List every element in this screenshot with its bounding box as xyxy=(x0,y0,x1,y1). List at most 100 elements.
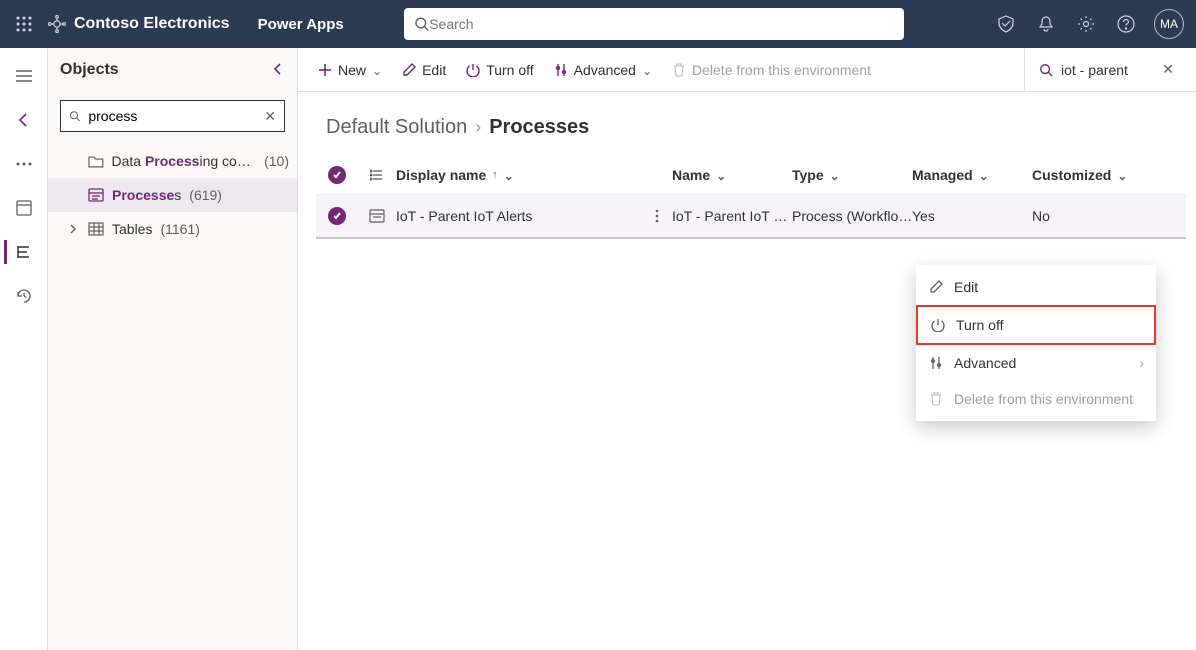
turnoff-button[interactable]: Turn off xyxy=(458,54,541,86)
process-icon xyxy=(369,209,385,223)
sort-asc-icon: ↑ xyxy=(492,169,498,181)
tree-item-data-processing[interactable]: Data Processing con… (10) xyxy=(48,144,297,178)
rail-menu-icon[interactable] xyxy=(4,56,44,96)
power-icon xyxy=(466,63,480,77)
tree-item-label: Processes xyxy=(112,187,181,203)
col-type-icon[interactable] xyxy=(358,168,396,182)
plus-icon xyxy=(318,63,332,77)
ctx-delete: Delete from this environment xyxy=(916,381,1156,417)
check-icon xyxy=(328,166,346,184)
tree-item-label: Data Processing con… xyxy=(112,153,257,169)
tree-item-count: (1161) xyxy=(160,221,199,237)
cell-customized: No xyxy=(1032,208,1152,224)
folder-icon xyxy=(88,154,104,168)
chevron-down-icon xyxy=(830,167,840,183)
grid-row[interactable]: IoT - Parent IoT Alerts IoT - Parent IoT… xyxy=(316,195,1186,239)
col-managed[interactable]: Managed xyxy=(912,167,1032,183)
cell-name: IoT - Parent IoT … xyxy=(672,208,792,224)
col-type[interactable]: Type xyxy=(792,167,912,183)
tree-item-label: Tables xyxy=(112,221,152,237)
ctx-edit[interactable]: Edit xyxy=(916,269,1156,305)
panel-collapse-icon[interactable] xyxy=(271,62,285,79)
sliders-icon xyxy=(928,356,944,370)
power-icon xyxy=(930,318,946,332)
chevron-down-icon xyxy=(642,62,652,78)
table-icon xyxy=(88,222,104,236)
grid-header: Display name ↑ Name Type Managed xyxy=(316,155,1186,195)
new-button[interactable]: New xyxy=(310,54,390,86)
panel-title: Objects xyxy=(60,61,119,79)
object-tree: Data Processing con… (10) Processes (619… xyxy=(48,144,297,246)
tree-item-count: (619) xyxy=(189,187,222,203)
cell-display-name[interactable]: IoT - Parent IoT Alerts xyxy=(396,208,642,224)
help-icon[interactable] xyxy=(1110,8,1142,40)
delete-button: Delete from this environment xyxy=(664,54,879,86)
search-icon xyxy=(1039,63,1053,77)
edit-icon xyxy=(402,63,416,77)
sliders-icon xyxy=(554,63,568,77)
trash-icon xyxy=(928,392,944,406)
edit-icon xyxy=(928,280,944,294)
clear-icon[interactable]: ✕ xyxy=(264,108,276,125)
filter-box[interactable]: iot - parent ✕ xyxy=(1024,48,1184,92)
cell-type: Process (Workflo… xyxy=(792,208,912,224)
chevron-down-icon xyxy=(1117,167,1127,183)
settings-icon[interactable] xyxy=(1070,8,1102,40)
filter-value: iot - parent xyxy=(1061,62,1128,78)
tree-item-processes[interactable]: Processes (619) xyxy=(48,178,297,212)
rail-back-icon[interactable] xyxy=(4,100,44,140)
chevron-down-icon xyxy=(979,167,989,183)
tree-item-count: (10) xyxy=(264,153,289,169)
header-actions: MA xyxy=(990,8,1188,40)
edit-button[interactable]: Edit xyxy=(394,54,454,86)
row-more-button[interactable] xyxy=(642,209,672,223)
app-header: Contoso Electronics Power Apps MA xyxy=(0,0,1196,48)
ctx-advanced[interactable]: Advanced › xyxy=(916,345,1156,381)
chevron-right-icon: › xyxy=(1139,355,1144,371)
chevron-down-icon xyxy=(504,167,514,183)
rail-history-icon[interactable] xyxy=(4,276,44,316)
breadcrumb: Default Solution › Processes xyxy=(298,92,1196,155)
chevron-down-icon xyxy=(372,62,382,78)
ctx-turnoff-highlight: Turn off xyxy=(916,305,1156,345)
rail-more-icon[interactable] xyxy=(4,144,44,184)
advanced-button[interactable]: Advanced xyxy=(546,54,660,86)
panel-search-input[interactable] xyxy=(88,108,256,124)
notifications-icon[interactable] xyxy=(1030,8,1062,40)
objects-panel: Objects ✕ Data Processing con… (10) xyxy=(48,48,298,650)
ctx-turnoff[interactable]: Turn off xyxy=(918,307,1154,343)
user-avatar[interactable]: MA xyxy=(1154,9,1184,39)
global-search-input[interactable] xyxy=(429,16,894,32)
data-grid: Display name ↑ Name Type Managed xyxy=(298,155,1196,239)
panel-search[interactable]: ✕ xyxy=(60,100,285,132)
rail-objects-icon[interactable] xyxy=(4,232,44,272)
search-icon xyxy=(69,109,80,123)
expand-icon[interactable] xyxy=(66,224,80,234)
rail-overview-icon[interactable] xyxy=(4,188,44,228)
app-launcher-icon[interactable] xyxy=(8,8,40,40)
row-check-icon[interactable] xyxy=(328,207,346,225)
global-search[interactable] xyxy=(404,8,904,40)
chevron-down-icon xyxy=(716,167,726,183)
col-customized[interactable]: Customized xyxy=(1032,167,1152,183)
tree-item-tables[interactable]: Tables (1161) xyxy=(48,212,297,246)
trash-icon xyxy=(672,63,686,77)
select-all[interactable] xyxy=(316,166,358,184)
breadcrumb-current: Processes xyxy=(489,116,589,139)
process-icon xyxy=(88,188,104,202)
clear-filter-icon[interactable]: ✕ xyxy=(1162,61,1174,78)
brand[interactable]: Contoso Electronics xyxy=(48,15,230,33)
col-display-name[interactable]: Display name ↑ xyxy=(396,167,642,183)
nav-rail xyxy=(0,48,48,650)
brand-text: Contoso Electronics xyxy=(74,15,230,33)
environment-icon[interactable] xyxy=(990,8,1022,40)
breadcrumb-root[interactable]: Default Solution xyxy=(326,116,467,139)
brand-logo-icon xyxy=(48,15,66,33)
context-menu: Edit Turn off Advanced › Delete from thi… xyxy=(916,265,1156,421)
search-icon xyxy=(414,16,429,32)
command-bar: New Edit Turn off Advanced Delete from t… xyxy=(298,48,1196,92)
chevron-right-icon: › xyxy=(475,117,481,138)
more-vertical-icon xyxy=(655,209,659,223)
app-name: Power Apps xyxy=(258,16,344,33)
col-name[interactable]: Name xyxy=(672,167,792,183)
